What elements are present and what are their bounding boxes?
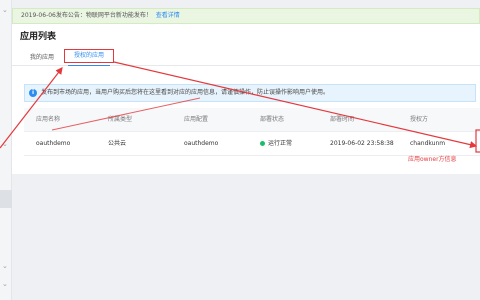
chevron-down-icon[interactable]: ⌄ bbox=[2, 280, 8, 288]
app-name-cell[interactable]: oauthdemo bbox=[36, 132, 70, 156]
page-title: 应用列表 bbox=[20, 32, 57, 42]
active-tab-underline bbox=[68, 64, 110, 66]
tab-my-apps[interactable]: 我的应用 bbox=[30, 52, 54, 61]
apps-table: 应用名称 所属类型 应用配置 部署状态 部署时间 授权方 oauthdemo 公… bbox=[24, 108, 480, 156]
column-header-time[interactable]: 部署时间 bbox=[330, 108, 354, 132]
tab-authorized-apps[interactable]: 授权的应用 bbox=[64, 49, 114, 66]
info-alert-text: 发布到市场的应用，当用户购买后您将在这里看到对应的应用信息，请谨慎操作，防止误操… bbox=[41, 89, 330, 96]
owner-cell: chandkunm bbox=[410, 140, 446, 147]
column-header-owner[interactable]: 授权方 bbox=[410, 108, 428, 132]
column-header-status[interactable]: 部署状态 bbox=[260, 108, 284, 132]
main-card: 应用列表 我的应用 授权的应用 i 发布到市场的应用，当用户购买后您将在这里看到… bbox=[12, 24, 480, 174]
left-sidebar: ⌄ ⌄ ⌄ ⌄ bbox=[0, 0, 12, 300]
status-dot-icon bbox=[260, 141, 265, 146]
status-text: 运行正常 bbox=[268, 140, 293, 147]
info-icon: i bbox=[29, 89, 37, 97]
info-alert: i 发布到市场的应用，当用户购买后您将在这里看到对应的应用信息，请谨慎操作，防止… bbox=[24, 84, 476, 102]
app-config-cell[interactable]: oauthdemo bbox=[184, 132, 218, 156]
app-type-cell: 公共云 bbox=[108, 140, 127, 147]
column-header-config[interactable]: 应用配置 bbox=[184, 108, 208, 132]
status-badge: 运行正常 bbox=[260, 132, 292, 156]
owner-annotation-text: 应用owner方信息 bbox=[408, 156, 457, 163]
chevron-down-icon[interactable]: ⌄ bbox=[2, 140, 8, 148]
chevron-down-icon[interactable]: ⌄ bbox=[2, 262, 8, 270]
sidebar-selected-item[interactable] bbox=[0, 190, 12, 208]
chevron-down-icon[interactable]: ⌄ bbox=[2, 6, 8, 14]
announcement-bar: 2019-06-06发布公告：物联网平台新功能发布！ 查看详情 bbox=[12, 8, 480, 24]
tab-authorized-apps-label: 授权的应用 bbox=[73, 52, 104, 59]
tab-bar: 我的应用 授权的应用 bbox=[12, 46, 480, 66]
announcement-text: 2019-06-06发布公告：物联网平台新功能发布！ bbox=[21, 12, 152, 19]
deploy-time-cell: 2019-06-02 23:58:38 bbox=[330, 140, 394, 147]
table-header: 应用名称 所属类型 应用配置 部署状态 部署时间 授权方 bbox=[24, 108, 480, 132]
announcement-link[interactable]: 查看详情 bbox=[156, 12, 180, 19]
table-row[interactable]: oauthdemo 公共云 oauthdemo 运行正常 2019-06-02 … bbox=[24, 132, 480, 156]
column-header-name[interactable]: 应用名称 bbox=[36, 108, 60, 132]
column-header-type[interactable]: 所属类型 bbox=[108, 108, 132, 132]
